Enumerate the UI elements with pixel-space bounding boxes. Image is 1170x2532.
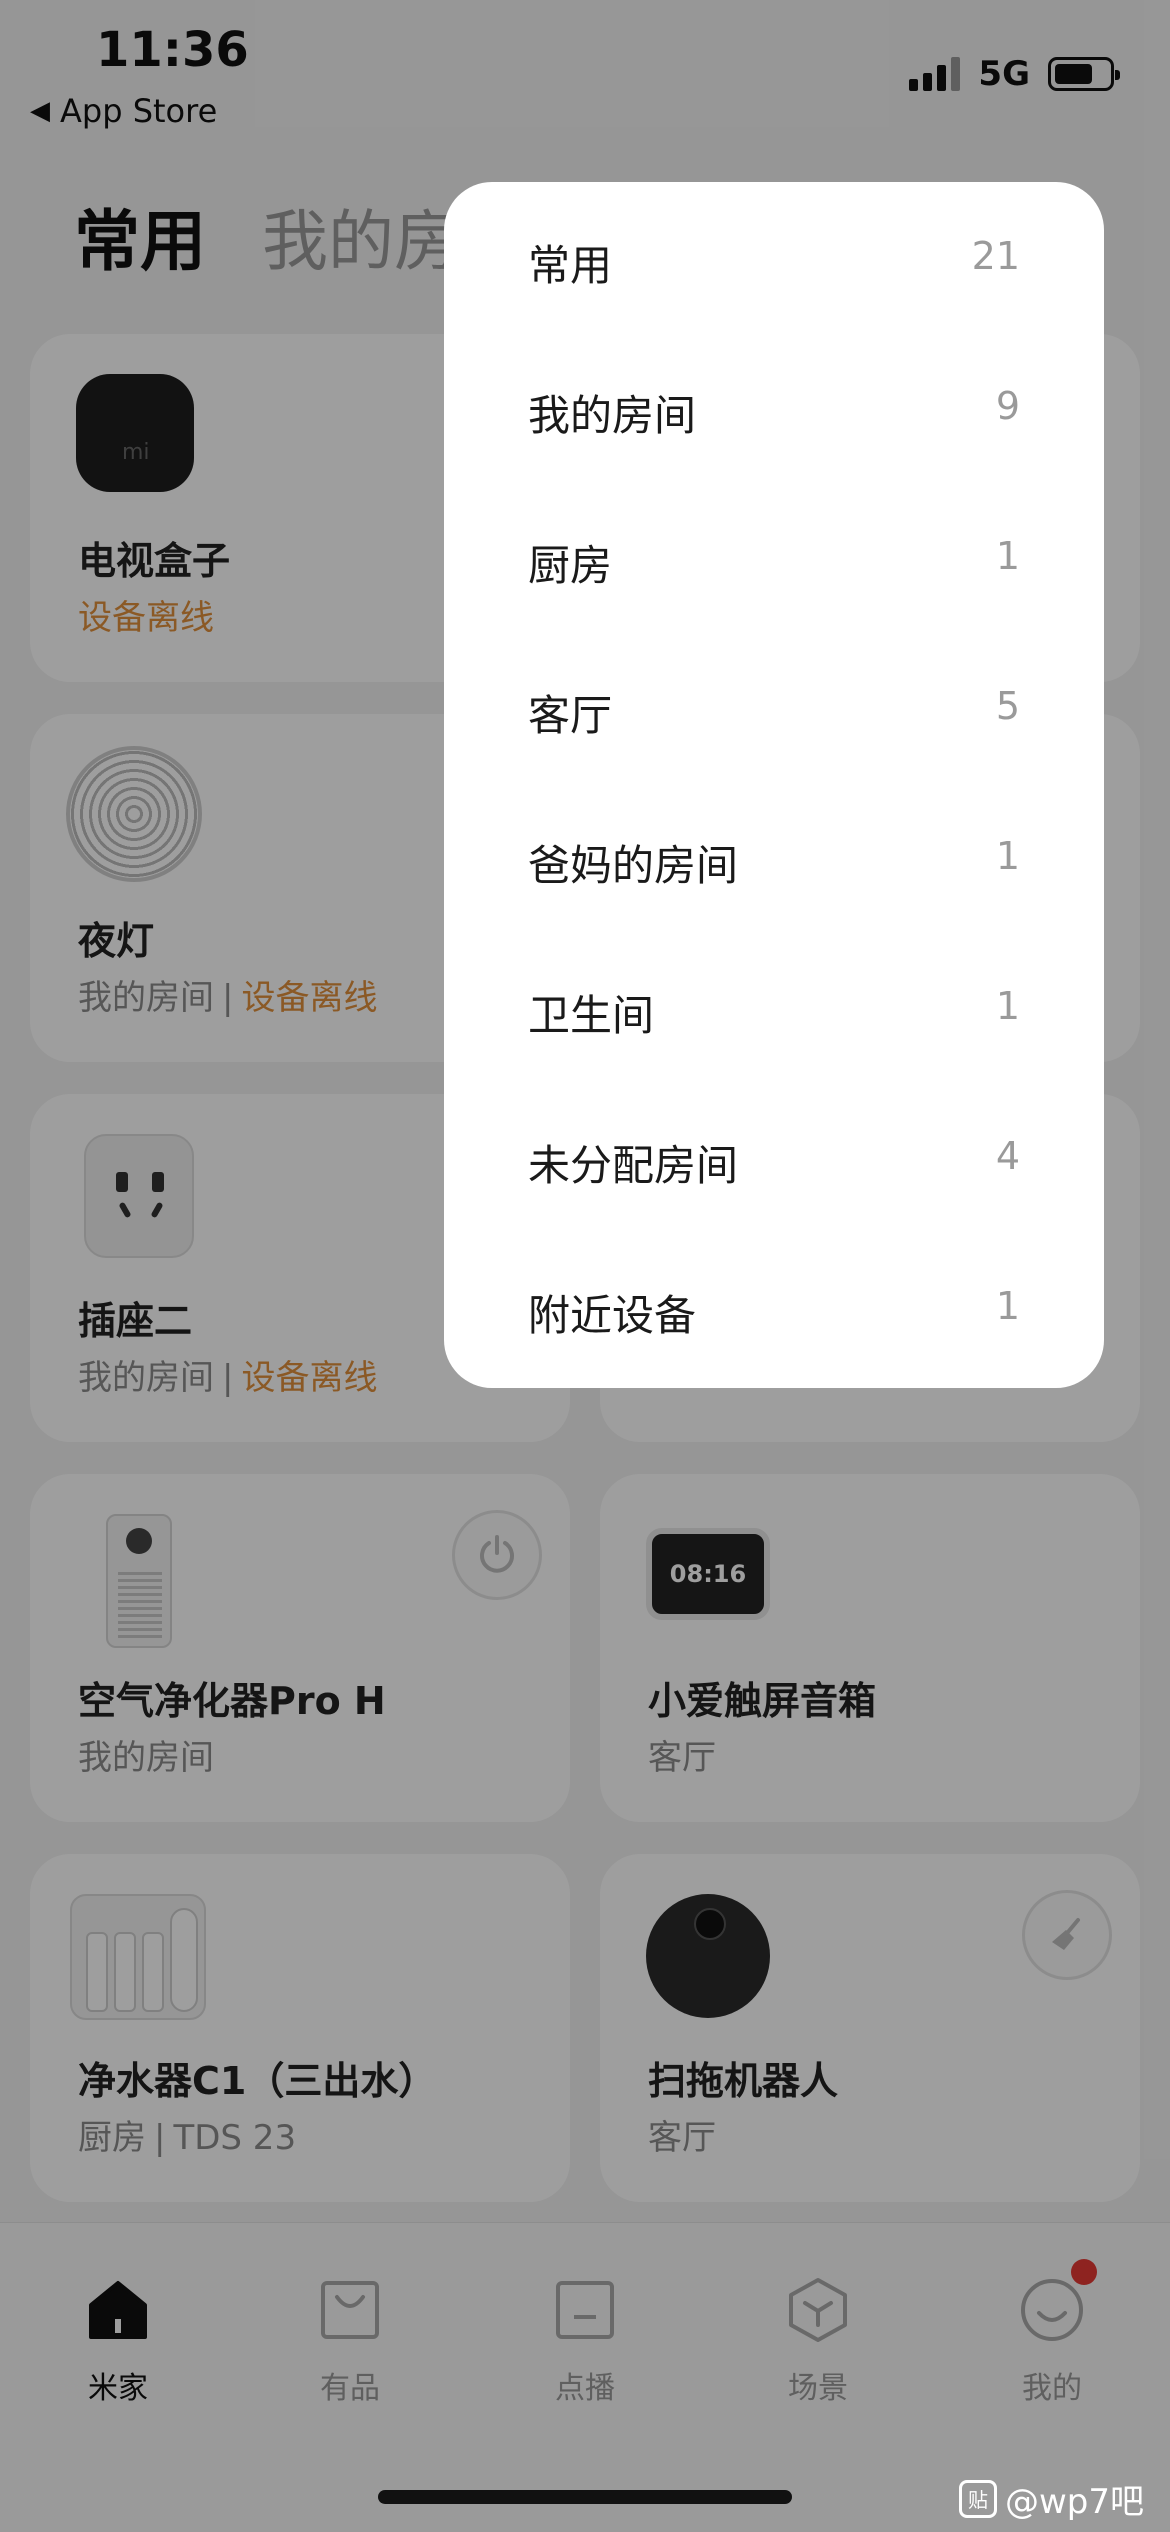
room-option-bathroom[interactable]: 卫生间 1 bbox=[444, 932, 1104, 1082]
room-label: 爸妈的房间 bbox=[528, 841, 739, 890]
room-label: 我的房间 bbox=[528, 391, 697, 440]
room-option-living-room[interactable]: 客厅 5 bbox=[444, 632, 1104, 782]
device-count: 4 bbox=[995, 1134, 1020, 1178]
room-option-kitchen[interactable]: 厨房 1 bbox=[444, 482, 1104, 632]
device-count: 1 bbox=[995, 1284, 1020, 1328]
room-option-nearby[interactable]: 附近设备 1 bbox=[444, 1232, 1104, 1382]
watermark-text: @wp7吧 bbox=[1004, 2482, 1144, 2522]
room-label: 附近设备 bbox=[528, 1291, 697, 1340]
room-label: 卫生间 bbox=[528, 991, 655, 1040]
device-count: 21 bbox=[971, 234, 1020, 278]
room-dropdown-menu: 常用 21 我的房间 9 厨房 1 客厅 5 爸妈的房间 1 卫生间 1 未分配… bbox=[444, 182, 1104, 1388]
room-label: 客厅 bbox=[528, 691, 613, 740]
device-count: 5 bbox=[995, 684, 1020, 728]
device-count: 1 bbox=[995, 984, 1020, 1028]
room-option-parents-room[interactable]: 爸妈的房间 1 bbox=[444, 782, 1104, 932]
tieba-logo-icon: 贴 bbox=[958, 2479, 997, 2518]
room-option-my-room[interactable]: 我的房间 9 bbox=[444, 332, 1104, 482]
device-count: 9 bbox=[995, 384, 1020, 428]
room-option-common[interactable]: 常用 21 bbox=[444, 182, 1104, 332]
room-label: 厨房 bbox=[528, 541, 613, 590]
room-label: 常用 bbox=[528, 241, 613, 290]
room-label: 未分配房间 bbox=[528, 1141, 739, 1190]
device-count: 1 bbox=[995, 534, 1020, 578]
room-option-unassigned[interactable]: 未分配房间 4 bbox=[444, 1082, 1104, 1232]
watermark: 贴 @wp7吧 bbox=[958, 2474, 1144, 2523]
home-indicator[interactable] bbox=[378, 2490, 792, 2504]
device-count: 1 bbox=[995, 834, 1020, 878]
